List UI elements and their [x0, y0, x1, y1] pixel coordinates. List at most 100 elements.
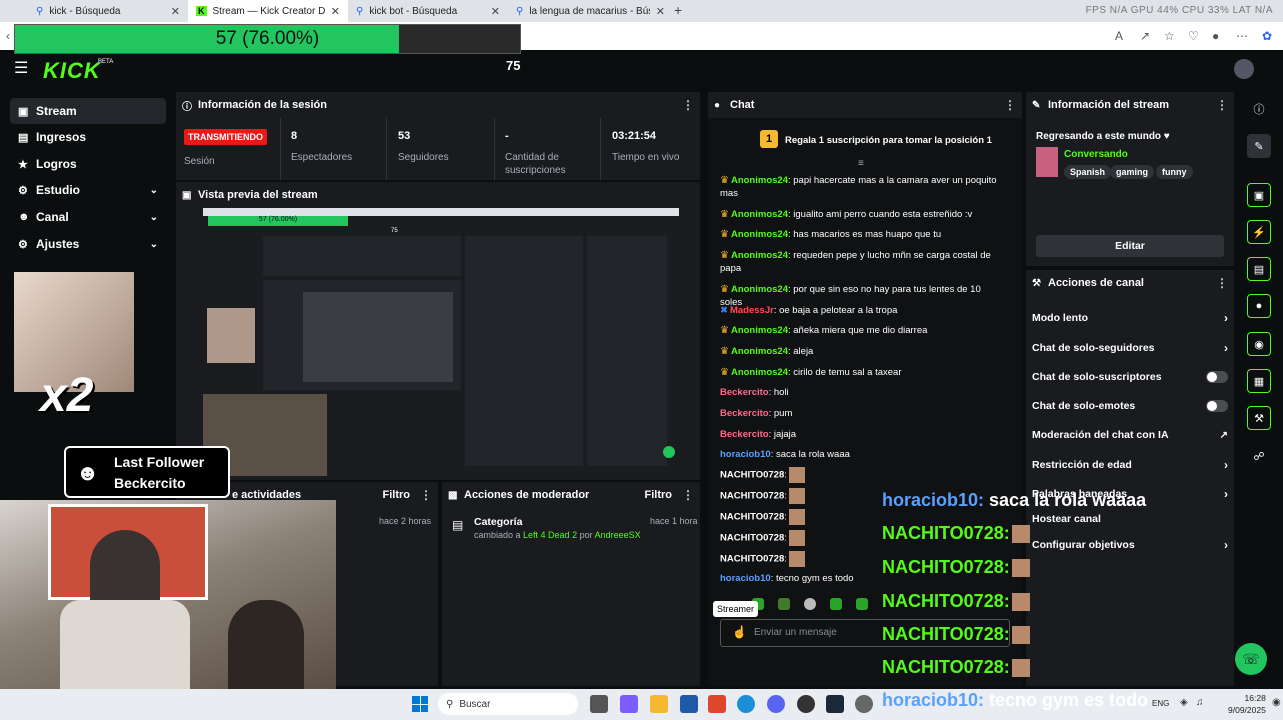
filter-button[interactable]: Filtro: [645, 489, 673, 501]
browser-tab-active[interactable]: K Stream — Kick Creator Dashboard ✕: [188, 0, 348, 22]
sidebar-item-canal[interactable]: ☻ Canal ⌄: [10, 204, 166, 230]
language-indicator[interactable]: ENG: [1152, 699, 1169, 708]
wifi-icon[interactable]: ◈: [1180, 697, 1188, 708]
close-icon[interactable]: ✕: [656, 5, 665, 18]
more-options-icon[interactable]: ⋮: [682, 98, 694, 112]
hardware-stats: FPS N/A GPU 44% CPU 33% LAT N/A: [1085, 5, 1273, 16]
task-view-icon[interactable]: [590, 695, 608, 713]
read-aloud-icon[interactable]: A: [1115, 29, 1123, 43]
edge-icon[interactable]: [737, 695, 755, 713]
taskbar-clock[interactable]: 16:28 9/09/2025: [1228, 692, 1266, 716]
shield-icon[interactable]: ♡: [1188, 29, 1199, 43]
scroll-down-icon[interactable]: ≡: [858, 158, 864, 169]
more-options-icon[interactable]: ⋮: [1216, 276, 1228, 290]
hamburger-icon[interactable]: ☰: [14, 58, 28, 78]
wrench-icon: ⚒: [1032, 277, 1041, 289]
profile-icon[interactable]: ●: [1212, 29, 1219, 43]
share-nodes-icon[interactable]: ☍: [1247, 444, 1271, 468]
pencil-icon[interactable]: ✎: [1247, 134, 1271, 158]
sidebar-item-estudio[interactable]: ⚙ Estudio ⌄: [10, 177, 166, 203]
preview-info-panel: [587, 236, 667, 466]
volume-icon[interactable]: ♫: [1196, 697, 1204, 708]
browser-tab[interactable]: ⚲ kick bot - Búsqueda ✕: [348, 0, 508, 22]
new-tab-button[interactable]: +: [674, 2, 682, 18]
lightning-icon[interactable]: ⚡: [1247, 220, 1271, 244]
more-options-icon[interactable]: ⋮: [682, 488, 694, 502]
emote-icon[interactable]: [856, 598, 868, 610]
subscribers-only-toggle[interactable]: [1206, 371, 1228, 383]
sidebar-item-logros[interactable]: ★ Logros: [10, 151, 166, 177]
ai-moderation-action[interactable]: Moderación del chat con IA ↗: [1032, 429, 1228, 441]
file-explorer-icon[interactable]: [650, 695, 668, 713]
taskbar-search[interactable]: ⚲ Buscar: [438, 693, 578, 715]
host-channel-action[interactable]: Hostear canal: [1032, 513, 1228, 525]
brave-icon[interactable]: [708, 695, 726, 713]
more-options-icon[interactable]: ⋮: [1004, 98, 1016, 112]
chat-icon[interactable]: ●: [1247, 294, 1271, 318]
kick-logo[interactable]: KICK: [43, 58, 101, 84]
settings-icon[interactable]: [855, 695, 873, 713]
chevron-right-icon: ›: [1224, 311, 1228, 325]
overlay-chat-line: NACHITO0728:: [882, 623, 1030, 645]
windows-start-icon[interactable]: [412, 696, 428, 712]
followers-only-action[interactable]: Chat de solo-seguidores ›: [1032, 341, 1228, 355]
moderator-actions-panel: ▩ Acciones de moderador Filtro ⋮ ▤ Categ…: [442, 482, 700, 686]
grid-icon[interactable]: ▦: [1247, 369, 1271, 393]
pinned-gift-message[interactable]: Regala 1 suscripción para tomar la posic…: [785, 135, 992, 146]
more-options-icon[interactable]: ⋮: [1216, 98, 1228, 112]
close-icon[interactable]: ✕: [171, 5, 180, 18]
overlay-chat-line: NACHITO0728:: [882, 522, 1030, 544]
broadcast-icon[interactable]: ◉: [1247, 332, 1271, 356]
chevron-down-icon: ⌄: [149, 184, 158, 196]
share-icon[interactable]: ↗: [1140, 29, 1150, 43]
obs-icon[interactable]: [797, 695, 815, 713]
browser-tab[interactable]: ⚲ la lengua de macarius - Búsqueda ✕: [508, 0, 673, 22]
filter-button[interactable]: Filtro: [383, 489, 411, 501]
support-icon[interactable]: ☏: [1235, 643, 1267, 675]
scan-icon[interactable]: ▣: [1247, 183, 1271, 207]
age-restriction-action[interactable]: Restricción de edad ›: [1032, 458, 1228, 472]
chat-message: ♛ Anonimos24: igualito ami perro cuando e…: [720, 209, 973, 220]
chevron-right-icon: ›: [1224, 458, 1228, 472]
store-icon[interactable]: [680, 695, 698, 713]
set-goals-action[interactable]: Configurar objetivos ›: [1032, 538, 1228, 552]
document-icon[interactable]: ▤: [1247, 257, 1271, 281]
edit-button[interactable]: Editar: [1036, 235, 1224, 257]
preview-chat-panel: [465, 236, 583, 466]
preview-browser-bar: [203, 208, 679, 216]
copilot-app-icon[interactable]: [620, 695, 638, 713]
star-icon[interactable]: ☆: [1164, 29, 1175, 43]
copilot-icon[interactable]: ✿: [1262, 29, 1272, 43]
beta-label: BETA: [98, 59, 114, 65]
browser-tab[interactable]: ⚲ kick - Búsqueda ✕: [28, 0, 188, 22]
close-icon[interactable]: ✕: [331, 5, 340, 18]
steam-icon[interactable]: [826, 695, 844, 713]
info-icon[interactable]: ⓘ: [1247, 97, 1271, 121]
emote-icon[interactable]: [804, 598, 816, 610]
stream-preview-video[interactable]: 57 (76.00%) 75: [203, 208, 679, 476]
wrench-icon[interactable]: ⚒: [1247, 406, 1271, 430]
slow-mode-action[interactable]: Modo lento ›: [1032, 311, 1228, 325]
notifications-icon[interactable]: ◉: [1272, 697, 1281, 708]
mod-entry-detail: cambiado a Left 4 Dead 2 por AndreeeSX: [474, 530, 641, 540]
back-icon[interactable]: ‹: [6, 29, 10, 43]
crown-icon: ♛: [720, 346, 729, 357]
chat-message: Beckercito: jajaja: [720, 429, 797, 440]
video-icon: ▣: [182, 189, 192, 201]
goal-progress-bar: 57 (76.00%): [14, 24, 521, 54]
more-options-icon[interactable]: ⋮: [420, 488, 432, 502]
emote-icon[interactable]: [830, 598, 842, 610]
emotes-only-toggle[interactable]: [1206, 400, 1228, 412]
avatar[interactable]: [1234, 59, 1254, 79]
close-icon[interactable]: ✕: [491, 5, 500, 18]
menu-dots-icon[interactable]: ⋯: [1236, 29, 1248, 43]
emote-icon[interactable]: [778, 598, 790, 610]
sidebar-item-ingresos[interactable]: ▤ Ingresos: [10, 124, 166, 150]
discord-icon[interactable]: [767, 695, 785, 713]
search-icon: ⚲: [516, 5, 524, 17]
viewers-stat: 8 Espectadores: [291, 130, 353, 163]
sidebar-item-ajustes[interactable]: ⚙ Ajustes ⌄: [10, 231, 166, 257]
sidebar-item-stream[interactable]: ▣ Stream: [10, 98, 166, 124]
session-label: Sesión: [184, 156, 215, 167]
category-link[interactable]: Conversando: [1064, 149, 1128, 160]
